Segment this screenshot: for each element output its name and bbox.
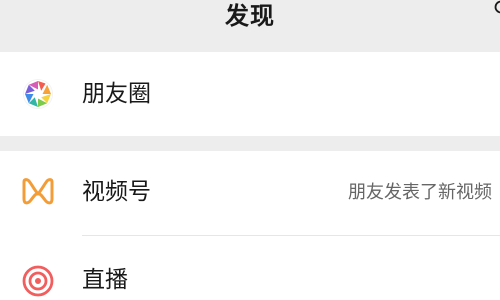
page-title: 发现 bbox=[225, 2, 275, 30]
menu-item-moments[interactable]: 朋友圈 bbox=[0, 52, 500, 136]
live-icon bbox=[22, 265, 54, 297]
menu-item-label: 朋友圈 bbox=[82, 81, 151, 107]
channels-group: 视频号 朋友发表了新视频 直播 bbox=[0, 151, 500, 300]
moments-icon bbox=[23, 79, 53, 109]
menu-item-label: 直播 bbox=[82, 267, 128, 293]
menu-item-channels[interactable]: 视频号 朋友发表了新视频 bbox=[0, 151, 500, 234]
top-bar: 发现 bbox=[0, 0, 500, 50]
search-icon[interactable] bbox=[494, 0, 500, 16]
channels-update-hint: 朋友发表了新视频 bbox=[348, 182, 492, 203]
menu-item-live[interactable]: 直播 bbox=[0, 236, 500, 300]
menu-item-label: 视频号 bbox=[82, 179, 151, 205]
moments-group: 朋友圈 bbox=[0, 52, 500, 136]
channels-icon bbox=[22, 178, 54, 205]
